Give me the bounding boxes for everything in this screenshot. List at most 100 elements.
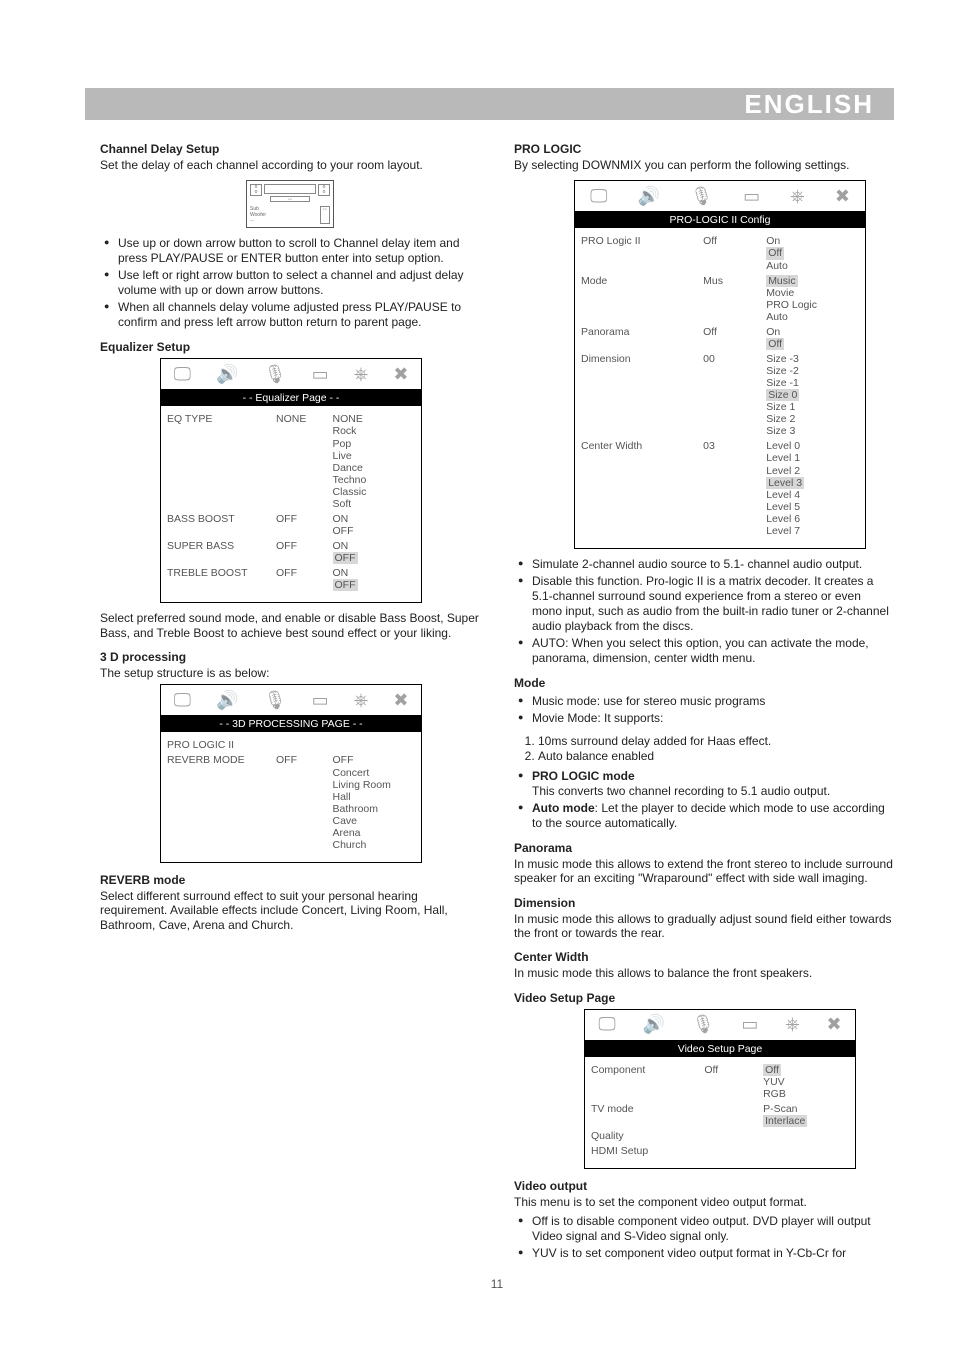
setup-row-label: Mode (581, 275, 699, 287)
tab-icon: ⎈ (354, 364, 368, 385)
setup-row: EQ TYPE NONE NONERockPopLiveDanceTechnoCla… (167, 413, 415, 510)
setup-row-label: Panorama (581, 326, 699, 338)
setup-row-value: OFF (276, 513, 329, 525)
setup-row: TV modeP-ScanInterlace (591, 1103, 849, 1127)
center-width-text: In music mode this allows to balance the… (514, 966, 894, 980)
tab-icon: 🎙 (264, 364, 287, 385)
threeD-intro: The setup structure is as below: (100, 666, 480, 680)
setup-row-value: 03 (703, 440, 762, 452)
channel-delay-intro: Set the delay of each channel according … (100, 158, 480, 172)
prologic-heading: PRO LOGIC (514, 142, 894, 156)
bullet-item: PRO LOGIC mode This converts two channel… (514, 769, 894, 799)
setup-row-label: Quality (591, 1130, 700, 1142)
setup-row-label: EQ TYPE (167, 413, 272, 425)
setup-row: PRO LOGIC II (167, 739, 415, 751)
tab-icon: 🎙 (690, 186, 713, 207)
setup-row-value: OFF (276, 540, 329, 552)
prologic-bullets: Simulate 2-channel audio source to 5.1- … (514, 557, 894, 666)
setup-row-value: NONE (276, 413, 329, 425)
panorama-text: In music mode this allows to extend the … (514, 857, 894, 886)
setup-row-label: Center Width (581, 440, 699, 452)
setup-row: BASS BOOST OFF ONOFF (167, 513, 415, 537)
reverb-heading: REVERB mode (100, 873, 480, 887)
threeD-box: 🖵 🔊 🎙 ▭ ⎈ ✖ - - 3D PROCESSING PAGE - - P… (160, 684, 422, 863)
tab-icon: ⎈ (354, 690, 368, 711)
video-output-intro: This menu is to set the component video … (514, 1195, 894, 1209)
mode-pro-logic-label: PRO LOGIC mode (532, 769, 635, 783)
header-title: ENGLISH (744, 89, 874, 120)
setup-row: HDMI Setup (591, 1145, 849, 1157)
bullet-item: AUTO: When you select this option, you c… (514, 636, 894, 666)
mode-pro-logic-text: This converts two channel recording to 5… (532, 784, 830, 798)
prologic-box-title: PRO-LOGIC II Config (575, 212, 865, 228)
setup-row-options: ONOFF (333, 513, 416, 537)
equalizer-heading: Equalizer Setup (100, 340, 480, 354)
bullet-item: Music mode: use for stereo music program… (514, 694, 894, 709)
equalizer-box-title: - - Equalizer Page - - (161, 390, 421, 406)
dimension-text: In music mode this allows to gradually a… (514, 912, 894, 941)
mode-bullets: Music mode: use for stereo music program… (514, 694, 894, 726)
setup-row-value: Mus (703, 275, 762, 287)
tab-icon: 🖵 (174, 690, 191, 711)
left-column: Channel Delay Setup Set the delay of eac… (100, 132, 480, 1269)
tab-icon: 🎙 (264, 690, 287, 711)
mode-bullets2: PRO LOGIC mode This converts two channel… (514, 769, 894, 831)
equalizer-box: 🖵 🔊 🎙 ▭ ⎈ ✖ - - Equalizer Page - - EQ TY… (160, 358, 422, 603)
reverb-text: Select different surround effect to suit… (100, 889, 480, 932)
setup-row: Quality (591, 1130, 849, 1142)
tab-icon: ⎈ (785, 1014, 799, 1035)
setup-row-options: OffYUVRGB (763, 1064, 849, 1100)
setup-row-value: 00 (703, 353, 762, 365)
bullet-item: When all channels delay volume adjusted … (100, 300, 480, 330)
setup-row-options: Level 0Level 1Level 2Level 3Level 4Level… (766, 440, 859, 537)
threeD-heading: 3 D processing (100, 650, 480, 664)
dimension-heading: Dimension (514, 896, 894, 910)
setup-row-label: HDMI Setup (591, 1145, 700, 1157)
setup-row-options: NONERockPopLiveDanceTechnoClassicSoft (333, 413, 416, 510)
setup-row-label: PRO LOGIC II (167, 739, 272, 751)
tab-icon: 🖵 (598, 1014, 615, 1035)
setup-row-options: MusicMoviePRO LogicAuto (766, 275, 859, 323)
tab-icon: ▭ (741, 1014, 758, 1035)
setup-row-label: PRO Logic II (581, 235, 699, 247)
tab-icon: ✖ (393, 364, 408, 385)
setup-row-value: OFF (276, 754, 329, 766)
setup-row-options: ONOFF (333, 567, 416, 591)
setup-row-options: OFFConcertLiving RoomHallBathroomCaveAre… (333, 754, 416, 851)
setup-row-label: Dimension (581, 353, 699, 365)
setup-row-label: BASS BOOST (167, 513, 272, 525)
setup-row-value: Off (704, 1064, 759, 1076)
bullet-item: Movie Mode: It supports: (514, 711, 894, 726)
setup-row: SUPER BASS OFF ONOFF (167, 540, 415, 564)
bullet-item: Simulate 2-channel audio source to 5.1- … (514, 557, 894, 572)
setup-row: Component Off OffYUVRGB (591, 1064, 849, 1100)
prologic-box: 🖵 🔊 🎙 ▭ ⎈ ✖ PRO-LOGIC II Config PRO Logi… (574, 180, 866, 549)
setup-row: PanoramaOffOnOff (581, 326, 859, 350)
video-box-title: Video Setup Page (585, 1041, 855, 1057)
tab-icon: ▭ (312, 364, 329, 385)
tab-icon: ✖ (393, 690, 408, 711)
setup-row: Center Width 03 Level 0Level 1Level 2Level… (581, 440, 859, 537)
page-number: 11 (100, 1277, 894, 1291)
mode-auto-label: Auto mode (532, 801, 595, 815)
video-setup-box: 🖵 🔊 🎙 ▭ ⎈ ✖ Video Setup Page ComponentOf… (584, 1009, 856, 1169)
tab-icon: 🎙 (692, 1014, 715, 1035)
mode-heading: Mode (514, 676, 894, 690)
prologic-intro: By selecting DOWNMIX you can perform the… (514, 158, 894, 172)
setup-row-value: Off (703, 326, 762, 338)
channel-delay-bullets: Use up or down arrow button to scroll to… (100, 236, 480, 330)
center-width-heading: Center Width (514, 950, 894, 964)
tab-icon: 🔊 (638, 186, 660, 207)
setup-row-label: SUPER BASS (167, 540, 272, 552)
setup-row: Dimension00Size -3Size -2Size -1Size 0Si… (581, 353, 859, 437)
setup-row-options: ONOFF (333, 540, 416, 564)
tab-icon: ✖ (826, 1014, 841, 1035)
tab-icon: 🔊 (216, 364, 238, 385)
setup-row-options: P-ScanInterlace (763, 1103, 849, 1127)
setup-row-value: Off (703, 235, 762, 247)
setup-row-label: Component (591, 1064, 700, 1076)
bullet-item: Off is to disable component video output… (514, 1214, 894, 1244)
bullet-item: Use up or down arrow button to scroll to… (100, 236, 480, 266)
channel-delay-heading: Channel Delay Setup (100, 142, 480, 156)
setup-row: TREBLE BOOSTOFFONOFF (167, 567, 415, 591)
